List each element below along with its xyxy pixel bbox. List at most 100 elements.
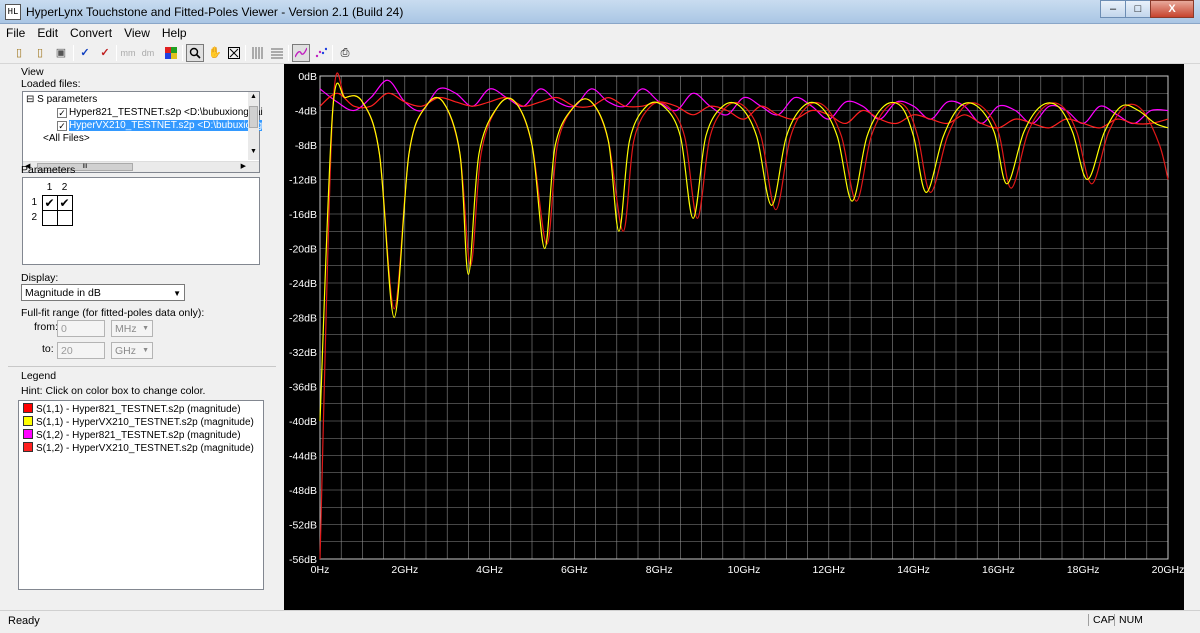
vertical-grid-icon[interactable] xyxy=(248,44,266,62)
right-margin xyxy=(1184,64,1200,610)
save-icon[interactable]: ▣ xyxy=(52,44,70,62)
to-label: to: xyxy=(42,343,54,355)
toolbar-separator xyxy=(245,45,246,61)
scroll-up-icon[interactable]: ▲ xyxy=(250,93,257,100)
scroll-right-icon[interactable]: ▶ xyxy=(241,162,246,170)
file-item-label: HyperVX210_TESTNET.s2p <D:\bubuxiong xyxy=(69,120,263,131)
all-files-item[interactable]: <All Files> xyxy=(43,133,90,144)
close-button[interactable]: X xyxy=(1150,0,1194,18)
legend-item[interactable]: S(1,1) - HyperVX210_TESTNET.s2p (magnitu… xyxy=(23,416,254,428)
x-tick-label: 4GHz xyxy=(476,564,503,576)
menu-edit[interactable]: Edit xyxy=(31,24,64,40)
param-row-header: 2 xyxy=(31,212,38,223)
menu-convert[interactable]: Convert xyxy=(64,24,118,40)
mm-icon[interactable]: mm xyxy=(119,44,137,62)
vertical-scrollbar[interactable]: ▲ ▼ xyxy=(248,92,259,160)
toolbar-separator xyxy=(182,45,183,61)
chevron-down-icon: ▼ xyxy=(142,325,149,332)
legend-item-label: S(1,1) - HyperVX210_TESTNET.s2p (magnitu… xyxy=(36,417,254,428)
display-label: Display: xyxy=(21,272,59,284)
divider xyxy=(8,366,276,367)
print-icon[interactable]: ⎙ xyxy=(336,44,354,62)
file-item[interactable]: ✓ HyperVX210_TESTNET.s2p <D:\bubuxiong xyxy=(57,120,263,131)
y-tick-label: -28dB xyxy=(289,313,317,325)
legend-list[interactable]: S(1,1) - Hyper821_TESTNET.s2p (magnitude… xyxy=(18,400,264,590)
toolbar: ▯ ▯ ▣ ✓ ✓ mm dm ✋ ⎙ xyxy=(0,42,1200,64)
x-tick-label: 14GHz xyxy=(897,564,930,576)
zoom-icon[interactable] xyxy=(186,44,204,62)
parameters-grid[interactable]: 1 2 1 ✔ ✔ 2 xyxy=(22,177,260,265)
status-bar: Ready CAP NUM xyxy=(0,610,1200,633)
horizontal-grid-icon[interactable] xyxy=(268,44,286,62)
display-select[interactable]: Magnitude in dB ▼ xyxy=(21,284,185,301)
file-checkbox[interactable]: ✓ xyxy=(57,121,67,131)
curve-icon[interactable] xyxy=(292,44,310,62)
tree-root[interactable]: ⊟ S parameters xyxy=(26,94,97,105)
plot-area[interactable]: 0dB -4dB -8dB -12dB -16dB -20dB -24dB -28dB -32d… xyxy=(284,64,1184,610)
file-checkbox[interactable]: ✓ xyxy=(57,108,67,118)
color-grid-icon[interactable] xyxy=(162,44,180,62)
parameters-label: Parameters xyxy=(21,164,76,176)
check-icon[interactable]: ✓ xyxy=(96,44,114,62)
y-tick-label: 0dB xyxy=(298,71,317,83)
open-folder-icon[interactable]: ▯ xyxy=(31,44,49,62)
param-col-header: 2 xyxy=(61,181,68,193)
to-input[interactable]: 20 xyxy=(57,342,105,359)
loaded-files-label: Loaded files: xyxy=(21,78,81,90)
to-unit-select[interactable]: GHz ▼ xyxy=(111,342,153,359)
check-icon[interactable]: ✓ xyxy=(76,44,94,62)
scroll-down-icon[interactable]: ▼ xyxy=(250,148,257,155)
pan-hand-icon[interactable]: ✋ xyxy=(206,44,224,62)
from-unit-select[interactable]: MHz ▼ xyxy=(111,320,153,337)
s-parameter-chart[interactable]: 0dB -4dB -8dB -12dB -16dB -20dB -24dB -28dB -32d… xyxy=(284,64,1184,610)
from-input[interactable]: 0 xyxy=(57,320,105,337)
y-tick-label: -24dB xyxy=(289,278,317,290)
minimize-button[interactable]: – xyxy=(1100,0,1126,18)
menu-help[interactable]: Help xyxy=(156,24,193,40)
fit-icon[interactable] xyxy=(225,44,243,62)
color-swatch[interactable] xyxy=(23,429,33,439)
tree-root-label: S parameters xyxy=(37,94,98,105)
menu-file[interactable]: File xyxy=(0,24,31,40)
dm-icon[interactable]: dm xyxy=(139,44,157,62)
y-tick-label: -44dB xyxy=(289,451,317,463)
color-swatch[interactable] xyxy=(23,403,33,413)
color-swatch[interactable] xyxy=(23,416,33,426)
hl-app-icon[interactable]: HL xyxy=(5,4,21,20)
legend-item[interactable]: S(1,2) - Hyper821_TESTNET.s2p (magnitude… xyxy=(23,429,241,441)
file-item-label: Hyper821_TESTNET.s2p <D:\bubuxiongtrai xyxy=(69,107,263,118)
left-panel: View Loaded files: ⊟ S parameters ✓ Hyper… xyxy=(8,64,276,609)
param-cell-s22[interactable] xyxy=(56,209,73,226)
param-cell-s12[interactable]: ✔ xyxy=(56,194,73,211)
y-tick-label: -16dB xyxy=(289,209,317,221)
view-group-label: View xyxy=(21,66,44,78)
maximize-button[interactable]: □ xyxy=(1125,0,1151,18)
param-row-header: 1 xyxy=(31,197,38,208)
toolbar-separator xyxy=(73,45,74,61)
menu-view[interactable]: View xyxy=(118,24,156,40)
param-cell-s11[interactable]: ✔ xyxy=(41,194,58,211)
legend-item[interactable]: S(1,1) - Hyper821_TESTNET.s2p (magnitude… xyxy=(23,403,241,415)
param-cell-s21[interactable] xyxy=(41,209,58,226)
y-tick-label: -52dB xyxy=(289,520,317,532)
y-tick-label: -32dB xyxy=(289,347,317,359)
points-icon[interactable] xyxy=(312,44,330,62)
file-item[interactable]: ✓ Hyper821_TESTNET.s2p <D:\bubuxiongtrai xyxy=(57,107,263,118)
y-tick-label: -4dB xyxy=(295,106,317,118)
loaded-files-tree[interactable]: ⊟ S parameters ✓ Hyper821_TESTNET.s2p <D:… xyxy=(22,91,263,173)
splitter-handle[interactable] xyxy=(276,64,284,610)
x-tick-label: 12GHz xyxy=(812,564,845,576)
x-tick-label: 0Hz xyxy=(311,564,330,576)
display-select-value: Magnitude in dB xyxy=(25,287,101,299)
scroll-thumb[interactable] xyxy=(249,106,258,128)
parameters-table: 1 2 1 ✔ ✔ 2 xyxy=(27,180,73,226)
from-unit-value: MHz xyxy=(115,323,137,335)
y-tick-label: -36dB xyxy=(289,382,317,394)
open-folder-icon[interactable]: ▯ xyxy=(10,44,28,62)
x-tick-label: 20GHz xyxy=(1152,564,1184,576)
legend-item[interactable]: S(1,2) - HyperVX210_TESTNET.s2p (magnitu… xyxy=(23,442,254,454)
collapse-icon[interactable]: ⊟ xyxy=(26,94,34,105)
color-swatch[interactable] xyxy=(23,442,33,452)
x-tick-label: 16GHz xyxy=(982,564,1015,576)
title-bar: HL HyperLynx Touchstone and Fitted-Poles… xyxy=(0,0,1200,24)
